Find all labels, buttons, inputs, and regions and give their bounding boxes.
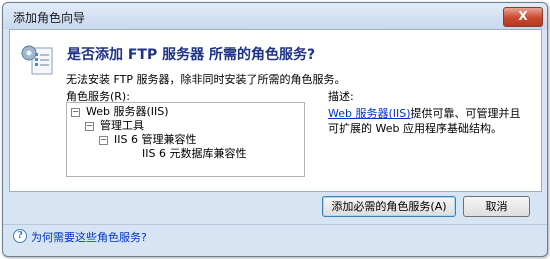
description-link[interactable]: Web 服务器(IIS) — [328, 107, 411, 120]
description-label: 描述: — [328, 90, 354, 103]
tree-item-label: IIS 6 管理兼容性 — [114, 133, 197, 146]
role-services-icon — [21, 45, 53, 75]
tree-item-iis6-management-compat[interactable]: − IIS 6 管理兼容性 — [99, 133, 196, 147]
collapse-icon[interactable]: − — [71, 108, 80, 117]
tree-item-web-server[interactable]: − Web 服务器(IIS) — [71, 105, 169, 119]
tree-item-label: 管理工具 — [100, 119, 144, 132]
help-icon: ? — [13, 229, 27, 243]
close-button[interactable]: X — [503, 7, 543, 27]
cancel-button[interactable]: 取消 — [463, 196, 530, 217]
divider — [3, 224, 547, 225]
description: Web 服务器(IIS)提供可靠、可管理并且可扩展的 Web 应用程序基础结构。 — [328, 106, 528, 136]
role-services-tree[interactable]: − Web 服务器(IIS) − 管理工具 − IIS 6 管理兼容性 IIS 6 元… — [66, 102, 305, 177]
help-link[interactable]: 为何需要这些角色服务? — [31, 229, 147, 245]
add-required-role-services-button[interactable]: 添加必需的角色服务(A) — [322, 196, 456, 217]
tree-item-label: IIS 6 元数据库兼容性 — [142, 147, 247, 160]
window-title: 添加角色向导 — [13, 11, 86, 25]
collapse-icon[interactable]: − — [99, 136, 108, 145]
dialog-heading: 是否添加 FTP 服务器 所需的角色服务? — [67, 47, 316, 63]
tree-item-iis6-metabase-compat[interactable]: IIS 6 元数据库兼容性 — [142, 147, 246, 161]
collapse-icon[interactable]: − — [85, 122, 94, 131]
title-bar: 添加角色向导 X — [3, 3, 547, 29]
add-roles-wizard-dialog: 添加角色向导 X 是否添加 FTP 服务器 所需的角色服务? 无法安装 FTP … — [2, 2, 548, 257]
tree-item-management-tools[interactable]: − 管理工具 — [85, 119, 144, 133]
warning-text: 无法安装 FTP 服务器，除非同时安装了所需的角色服务。 — [66, 73, 346, 86]
tree-item-label: Web 服务器(IIS) — [86, 105, 169, 118]
dialog-content: 是否添加 FTP 服务器 所需的角色服务? 无法安装 FTP 服务器，除非同时安… — [9, 29, 542, 192]
